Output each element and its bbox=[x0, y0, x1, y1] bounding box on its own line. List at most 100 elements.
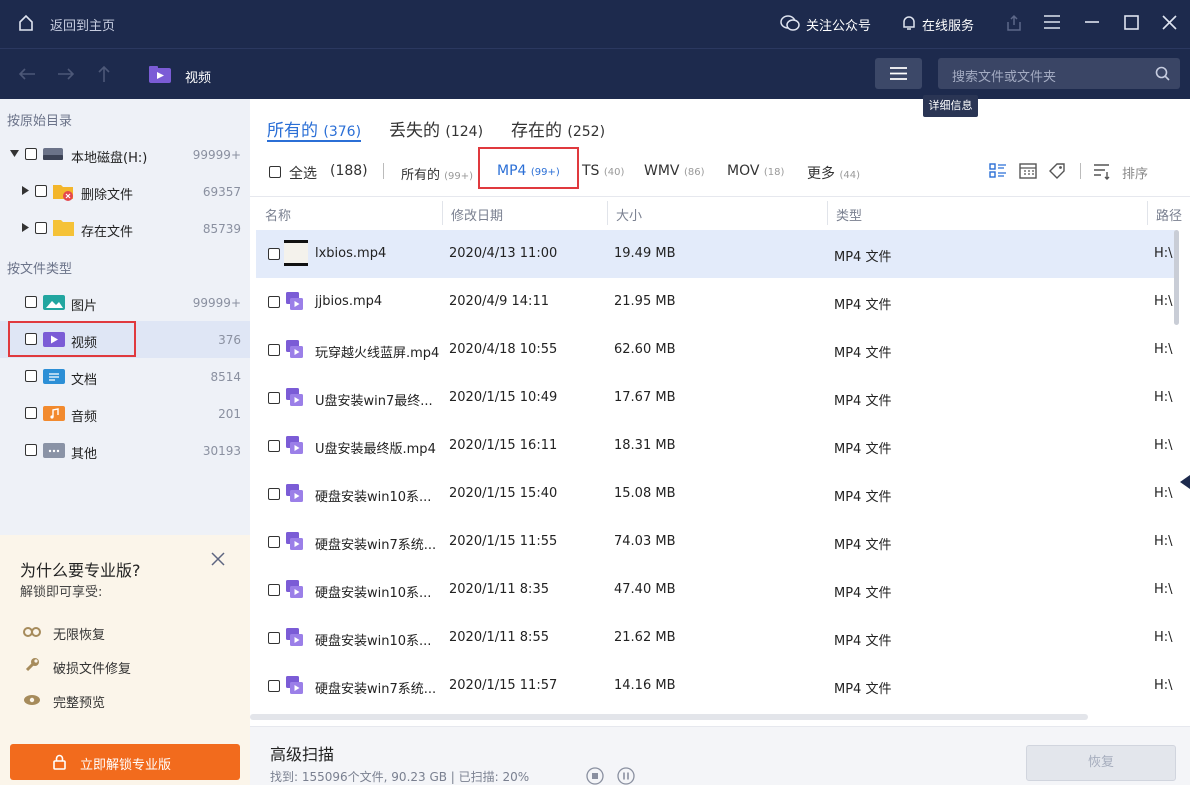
checkbox[interactable] bbox=[268, 680, 280, 692]
pause-icon[interactable] bbox=[617, 767, 635, 785]
promo-title: 为什么要专业版? bbox=[20, 561, 141, 580]
checkbox[interactable] bbox=[35, 185, 47, 197]
back-home-link[interactable]: 返回到主页 bbox=[50, 15, 115, 34]
tab-existing[interactable]: 存在的 (252) bbox=[511, 116, 605, 141]
tree-item-disk[interactable]: 本地磁盘(H:) 99999+ bbox=[0, 136, 250, 173]
tab-lost[interactable]: 丢失的 (124) bbox=[389, 116, 483, 141]
share-icon[interactable] bbox=[1005, 14, 1023, 32]
follow-link[interactable]: 关注公众号 bbox=[806, 15, 871, 34]
file-name: 硬盘安装win10系... bbox=[315, 490, 432, 505]
search-input[interactable]: 搜索文件或文件夹 bbox=[938, 58, 1180, 89]
tab-all[interactable]: 所有的 (376) bbox=[267, 116, 361, 141]
checkbox[interactable] bbox=[25, 370, 37, 382]
sort-label[interactable]: 排序 bbox=[1122, 163, 1148, 182]
checkbox[interactable] bbox=[268, 296, 280, 308]
table-row[interactable]: jjbios.mp4 2020/4/9 14:11 21.95 MB MP4 文… bbox=[256, 278, 1175, 326]
forward-arrow-icon[interactable] bbox=[57, 67, 75, 81]
table-row[interactable]: 硬盘安装win7系统... 2020/1/15 11:57 14.16 MB M… bbox=[256, 662, 1175, 710]
filter-all[interactable]: 所有的 (99+) bbox=[401, 164, 473, 183]
checkbox[interactable] bbox=[268, 440, 280, 452]
detail-view-icon[interactable] bbox=[989, 162, 1007, 180]
horizontal-scrollbar[interactable] bbox=[250, 714, 1088, 720]
sort-icon[interactable] bbox=[1093, 162, 1111, 180]
table-row[interactable]: 玩穿越火线蓝屏.mp4 2020/4/18 10:55 62.60 MB MP4… bbox=[256, 326, 1175, 374]
tree-item-existing[interactable]: 存在文件 85739 bbox=[0, 210, 250, 247]
type-item-other[interactable]: 其他 30193 bbox=[0, 432, 250, 469]
type-item-videos[interactable]: 视频 376 bbox=[0, 321, 250, 358]
table-row[interactable]: U盘安装win7最终... 2020/1/15 10:49 17.67 MB M… bbox=[256, 374, 1175, 422]
filter-count: (86) bbox=[683, 167, 705, 178]
active-tab-underline bbox=[267, 140, 361, 142]
checkbox[interactable] bbox=[25, 444, 37, 456]
select-all-checkbox[interactable] bbox=[269, 166, 281, 178]
table-row[interactable]: 硬盘安装win10系... 2020/1/11 8:35 47.40 MB MP… bbox=[256, 566, 1175, 614]
checkbox[interactable] bbox=[35, 222, 47, 234]
file-size: 62.60 MB bbox=[614, 342, 676, 357]
type-count: 201 bbox=[218, 407, 241, 421]
type-label: 图片 bbox=[71, 299, 98, 314]
checkbox[interactable] bbox=[25, 333, 37, 345]
checkbox[interactable] bbox=[268, 488, 280, 500]
caret-right-icon[interactable] bbox=[22, 186, 29, 195]
up-arrow-icon[interactable] bbox=[97, 65, 111, 83]
video-folder-icon bbox=[149, 66, 171, 83]
recover-button[interactable]: 恢复 bbox=[1026, 745, 1176, 781]
table-row[interactable]: U盘安装最终版.mp4 2020/1/15 16:11 18.31 MB MP4… bbox=[256, 422, 1175, 470]
detail-toggle-button[interactable] bbox=[875, 58, 922, 89]
maximize-icon[interactable] bbox=[1124, 15, 1140, 30]
caret-down-icon[interactable] bbox=[10, 150, 19, 157]
col-separator bbox=[827, 201, 828, 225]
table-row[interactable]: 硬盘安装win7系统... 2020/1/15 11:55 74.03 MB M… bbox=[256, 518, 1175, 566]
caret-right-icon[interactable] bbox=[22, 223, 29, 232]
col-header-path[interactable]: 路径 bbox=[1156, 205, 1182, 224]
filter-ts[interactable]: TS (40) bbox=[582, 163, 624, 179]
online-service-link[interactable]: 在线服务 bbox=[922, 15, 974, 34]
checkbox[interactable] bbox=[268, 536, 280, 548]
col-header-date[interactable]: 修改日期 bbox=[451, 205, 503, 224]
checkbox[interactable] bbox=[268, 584, 280, 596]
vertical-scrollbar[interactable] bbox=[1174, 230, 1179, 325]
tag-icon[interactable] bbox=[1048, 162, 1066, 180]
existing-count: 85739 bbox=[202, 222, 241, 236]
menu-icon[interactable] bbox=[1044, 15, 1060, 29]
checkbox[interactable] bbox=[268, 392, 280, 404]
file-type: MP4 文件 bbox=[834, 250, 892, 265]
filter-mp4[interactable]: MP4 (99+) bbox=[497, 163, 560, 179]
checkbox[interactable] bbox=[25, 148, 37, 160]
checkbox[interactable] bbox=[268, 632, 280, 644]
type-item-images[interactable]: 图片 99999+ bbox=[0, 284, 250, 321]
tab-label: 存在的 bbox=[511, 121, 562, 141]
unlock-pro-button[interactable]: 立即解锁专业版 bbox=[10, 744, 240, 780]
tab-count: (252) bbox=[567, 124, 606, 140]
filter-count: (40) bbox=[603, 167, 625, 178]
minimize-icon[interactable] bbox=[1084, 15, 1100, 29]
collapse-panel-icon[interactable] bbox=[1180, 475, 1190, 489]
table-row[interactable]: 硬盘安装win10系... 2020/1/11 8:55 21.62 MB MP… bbox=[256, 614, 1175, 662]
filter-wmv[interactable]: WMV (86) bbox=[644, 163, 704, 179]
checkbox[interactable] bbox=[268, 344, 280, 356]
col-header-type[interactable]: 类型 bbox=[836, 205, 862, 224]
checkbox[interactable] bbox=[25, 296, 37, 308]
type-item-audio[interactable]: 音频 201 bbox=[0, 395, 250, 432]
video-file-icon bbox=[286, 676, 303, 694]
stop-icon[interactable] bbox=[586, 767, 604, 785]
tab-count: (124) bbox=[445, 124, 484, 140]
select-all-label[interactable]: 全选 bbox=[289, 163, 317, 183]
search-icon[interactable] bbox=[1155, 66, 1170, 81]
grid-view-icon[interactable] bbox=[1019, 162, 1037, 180]
table-row[interactable]: 硬盘安装win10系... 2020/1/15 15:40 15.08 MB M… bbox=[256, 470, 1175, 518]
close-icon[interactable] bbox=[211, 552, 225, 566]
type-item-documents[interactable]: 文档 8514 bbox=[0, 358, 250, 395]
close-icon[interactable] bbox=[1162, 15, 1178, 30]
tree-item-deleted[interactable]: 删除文件 69357 bbox=[0, 173, 250, 210]
checkbox[interactable] bbox=[268, 248, 280, 260]
filter-more[interactable]: 更多 (44) bbox=[807, 163, 860, 183]
checkbox[interactable] bbox=[25, 407, 37, 419]
divider bbox=[1080, 163, 1081, 179]
filter-mov[interactable]: MOV (18) bbox=[727, 163, 784, 179]
table-row[interactable]: lxbios.mp4 2020/4/13 11:00 19.49 MB MP4 … bbox=[256, 230, 1175, 278]
col-header-size[interactable]: 大小 bbox=[616, 205, 642, 224]
back-arrow-icon[interactable] bbox=[18, 67, 36, 81]
home-icon[interactable] bbox=[18, 14, 34, 32]
col-header-name[interactable]: 名称 bbox=[265, 205, 291, 224]
